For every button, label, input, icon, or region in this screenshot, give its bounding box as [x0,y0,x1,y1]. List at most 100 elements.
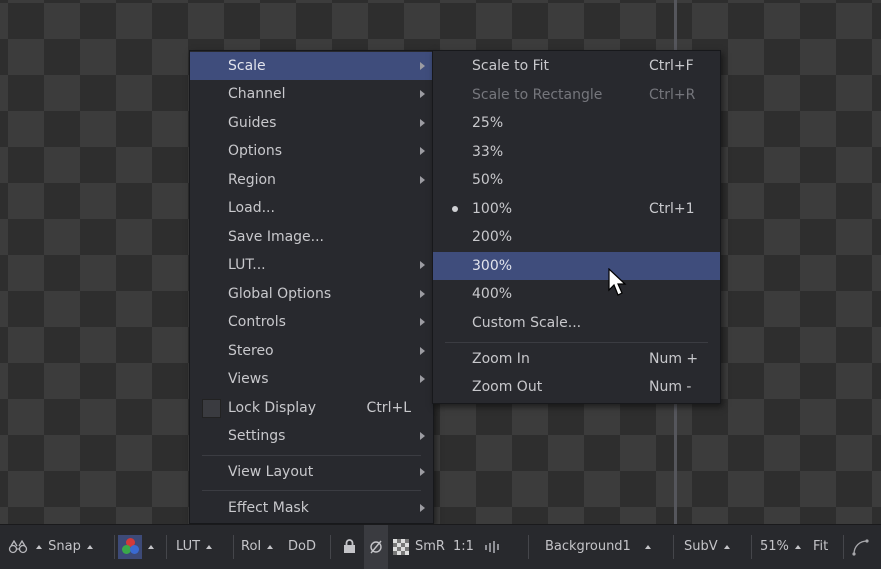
menu-item-views[interactable]: Views [190,365,433,393]
menu-separator [202,490,421,491]
menu-item-channel[interactable]: Channel [190,80,433,108]
menu-item-scale-50[interactable]: 50% [433,166,720,194]
menu-item-scale-400[interactable]: 400% [433,280,720,308]
view-name-label: Background1 [545,539,631,554]
viewer-context-menu: Scale Channel Guides Options Region Load… [189,50,434,524]
menu-item-global-options[interactable]: Global Options [190,280,433,308]
menu-item-label: LUT... [228,257,266,273]
binoculars-icon[interactable] [8,525,28,569]
menu-item-label: Scale to Rectangle [472,87,603,103]
lut-dropdown[interactable]: LUT [176,525,214,569]
menu-item-shortcut: Num - [649,379,692,395]
menu-item-scale-100[interactable]: 100% Ctrl+1 [433,195,720,223]
menu-item-label: Channel [228,86,286,102]
menu-item-shortcut: Ctrl+L [366,400,411,416]
menu-item-load[interactable]: Load... [190,194,433,222]
menu-item-options[interactable]: Options [190,137,433,165]
roi-dropdown[interactable]: RoI [241,525,275,569]
ratio-label: 1:1 [453,539,474,554]
submenu-arrow-icon [420,119,425,127]
menu-item-label: Scale [228,58,266,74]
dropdown-arrow-icon [645,544,652,549]
lock-display-checkbox[interactable] [202,399,221,418]
dropdown-arrow-icon [795,544,802,549]
submenu-arrow-icon [420,90,425,98]
submenu-arrow-icon [420,176,425,184]
menu-item-shortcut: Ctrl+R [649,87,696,103]
menu-item-scale-33[interactable]: 33% [433,138,720,166]
menu-item-label: Load... [228,200,275,216]
subv-dropdown[interactable]: SubV [684,525,732,569]
zoom-dropdown[interactable]: 51% [760,525,803,569]
rgb-channels-icon [118,534,142,559]
menu-item-label: Views [228,371,269,387]
menu-item-region[interactable]: Region [190,166,433,194]
viewer-toolbar: Snap LUT RoI DoD SmR 1:1 Background1 Sub… [0,524,881,569]
dod-button[interactable]: DoD [288,525,316,569]
lock-icon[interactable] [343,525,356,569]
menu-separator [445,342,708,343]
menu-item-settings[interactable]: Settings [190,422,433,450]
fit-label: Fit [813,539,829,554]
menu-item-guides[interactable]: Guides [190,109,433,137]
audio-meter-icon[interactable] [484,525,500,569]
dropdown-arrow-icon [36,544,42,549]
menu-separator [202,455,421,456]
ratio-button[interactable]: 1:1 [453,525,474,569]
dropdown-arrow-icon [267,544,274,549]
curve-tool-icon[interactable] [852,525,870,569]
fit-button[interactable]: Fit [813,525,828,569]
menu-item-label: 50% [472,172,504,188]
menu-item-label: Stereo [228,343,274,359]
view-name-dropdown[interactable]: Background1 [545,525,653,569]
scale-submenu: Scale to Fit Ctrl+F Scale to Rectangle Ctr… [432,50,721,404]
color-channel-button[interactable] [118,525,156,569]
subv-label: SubV [684,539,718,554]
menu-item-view-layout[interactable]: View Layout [190,458,433,486]
menu-item-controls[interactable]: Controls [190,308,433,336]
menu-item-scale-25[interactable]: 25% [433,109,720,137]
menu-item-label: 100% [472,201,513,217]
menu-item-stereo[interactable]: Stereo [190,337,433,365]
menu-item-custom-scale[interactable]: Custom Scale... [433,309,720,337]
menu-item-zoom-out[interactable]: Zoom Out Num - [433,373,720,401]
menu-item-lut[interactable]: LUT... [190,251,433,279]
menu-item-scale[interactable]: Scale [190,52,433,80]
menu-item-label: 25% [472,115,504,131]
submenu-arrow-icon [420,318,425,326]
toolbar-divider [843,535,844,559]
roi-label: RoI [241,539,262,554]
menu-item-scale-to-fit[interactable]: Scale to Fit Ctrl+F [433,52,720,80]
menu-item-zoom-in[interactable]: Zoom In Num + [433,345,720,373]
menu-item-label: 33% [472,144,504,160]
menu-item-scale-300[interactable]: 300% [433,252,720,280]
menu-item-lock-display[interactable]: Lock Display Ctrl+L [190,394,433,422]
snap-dropdown[interactable]: Snap [34,525,95,569]
toolbar-divider [751,535,752,559]
menu-item-label: Guides [228,115,277,131]
menu-item-save-image[interactable]: Save Image... [190,223,433,251]
menu-item-label: Options [228,143,283,159]
menu-item-label: Controls [228,314,286,330]
dropdown-arrow-icon [87,544,93,549]
menu-item-label: Zoom Out [472,379,543,395]
menu-item-effect-mask[interactable]: Effect Mask [190,494,433,522]
checker-icon[interactable] [393,525,409,569]
dropdown-arrow-icon [723,544,730,549]
menu-item-label: 400% [472,286,513,302]
menu-item-label: Lock Display [228,400,316,416]
menu-item-shortcut: Ctrl+F [649,58,694,74]
dod-label: DoD [288,539,316,554]
submenu-arrow-icon [420,375,425,383]
smr-button[interactable]: SmR [415,525,445,569]
menu-item-label: 200% [472,229,513,245]
menu-item-label: Effect Mask [228,500,309,516]
menu-item-scale-200[interactable]: 200% [433,223,720,251]
snap-label: Snap [48,539,81,554]
menu-item-scale-to-rectangle: Scale to Rectangle Ctrl+R [433,81,720,109]
toolbar-divider [330,535,331,559]
zoom-label: 51% [760,539,789,554]
submenu-arrow-icon [420,347,425,355]
slash-circle-icon[interactable] [364,525,388,569]
menu-item-label: Scale to Fit [472,58,550,74]
